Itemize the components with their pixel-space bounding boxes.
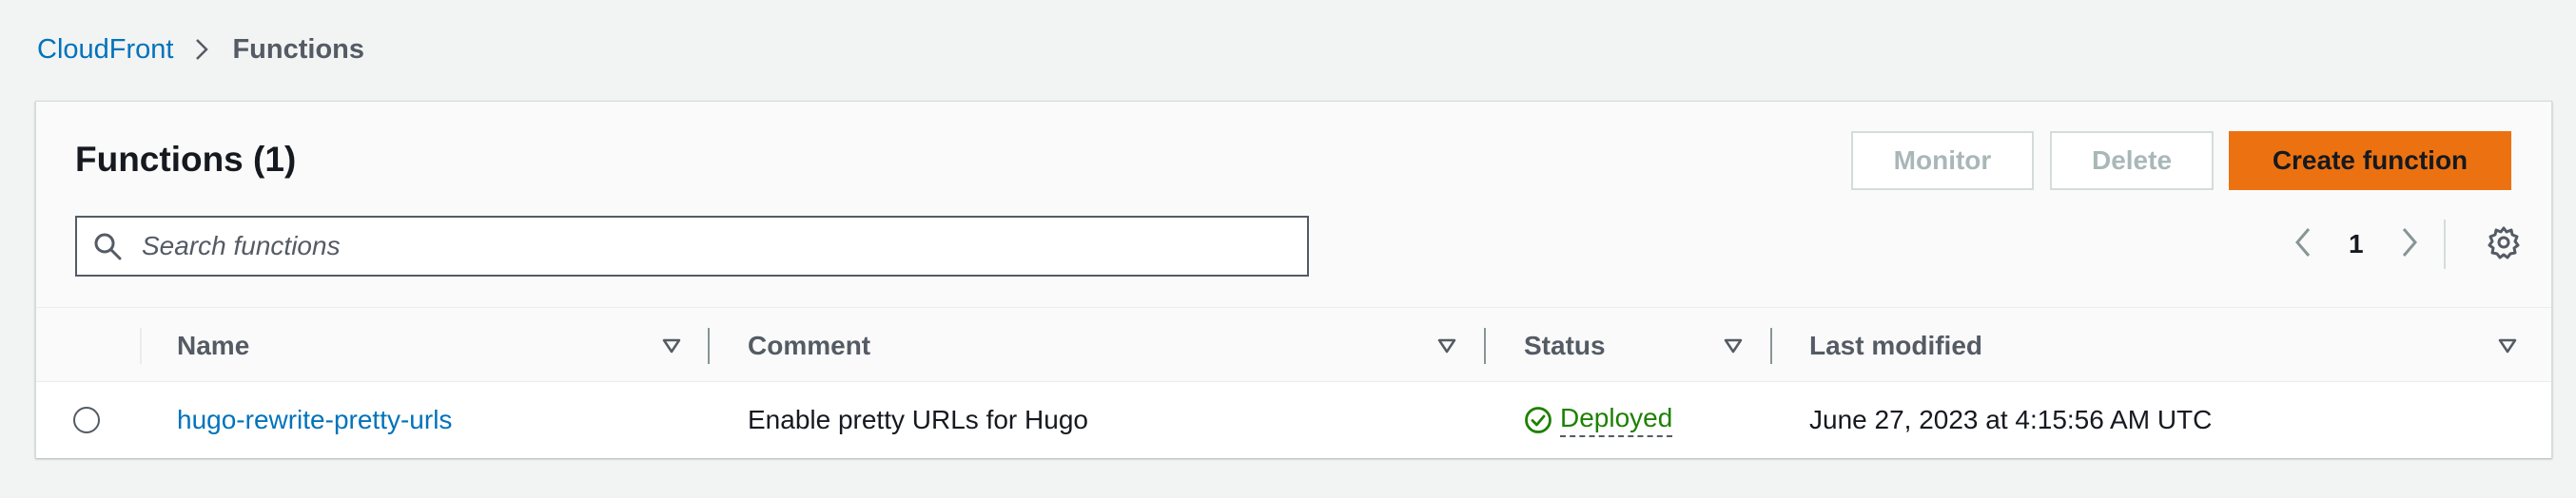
previous-page-button[interactable] bbox=[2293, 223, 2313, 265]
delete-button[interactable]: Delete bbox=[2050, 131, 2214, 190]
search-field[interactable] bbox=[75, 216, 1309, 277]
last-modified-value: June 27, 2023 at 4:15:56 AM UTC bbox=[1809, 405, 2213, 434]
next-page-button[interactable] bbox=[2399, 223, 2420, 265]
column-divider bbox=[140, 328, 142, 364]
page-number[interactable]: 1 bbox=[2349, 223, 2364, 265]
breadcrumb: CloudFront Functions bbox=[37, 30, 364, 68]
table-row: hugo-rewrite-pretty-urls Enable pretty U… bbox=[36, 382, 2551, 458]
status-text: Deployed bbox=[1560, 403, 1673, 437]
panel-title: Functions (1) bbox=[75, 140, 297, 179]
divider bbox=[2444, 220, 2446, 269]
functions-table-container: Functions (1) Monitor Delete Create func… bbox=[35, 101, 2552, 458]
search-icon bbox=[92, 230, 125, 262]
check-circle-icon bbox=[1524, 406, 1552, 434]
function-comment: Enable pretty URLs for Hugo bbox=[748, 405, 1088, 434]
gear-icon bbox=[2487, 225, 2521, 264]
column-resizer[interactable] bbox=[1770, 328, 1772, 364]
chevron-right-icon bbox=[194, 37, 209, 62]
caret-down-outline-icon[interactable] bbox=[2490, 329, 2525, 363]
column-header-last-modified[interactable]: Last modified bbox=[1809, 308, 1982, 383]
column-resizer[interactable] bbox=[708, 328, 710, 364]
caret-down-outline-icon[interactable] bbox=[1716, 329, 1750, 363]
create-function-button[interactable]: Create function bbox=[2229, 131, 2511, 190]
monitor-button[interactable]: Monitor bbox=[1851, 131, 2034, 190]
search-input[interactable] bbox=[140, 230, 1307, 262]
function-name-link[interactable]: hugo-rewrite-pretty-urls bbox=[177, 382, 452, 458]
breadcrumb-cloudfront-link[interactable]: CloudFront bbox=[37, 34, 173, 66]
chevron-right-icon bbox=[2399, 226, 2420, 263]
column-header-status[interactable]: Status bbox=[1524, 308, 1606, 383]
breadcrumb-current: Functions bbox=[232, 33, 365, 65]
caret-down-outline-icon[interactable] bbox=[1430, 329, 1464, 363]
row-select-radio[interactable] bbox=[73, 407, 100, 433]
column-resizer[interactable] bbox=[1484, 328, 1486, 364]
column-header-comment[interactable]: Comment bbox=[748, 308, 870, 383]
preferences-button[interactable] bbox=[2484, 224, 2524, 264]
column-header-name[interactable]: Name bbox=[177, 308, 249, 383]
status-indicator[interactable]: Deployed bbox=[1524, 382, 1673, 458]
chevron-left-icon bbox=[2293, 226, 2313, 263]
table-header: Name Comment Status Last modified bbox=[36, 307, 2551, 382]
caret-down-outline-icon[interactable] bbox=[654, 329, 689, 363]
